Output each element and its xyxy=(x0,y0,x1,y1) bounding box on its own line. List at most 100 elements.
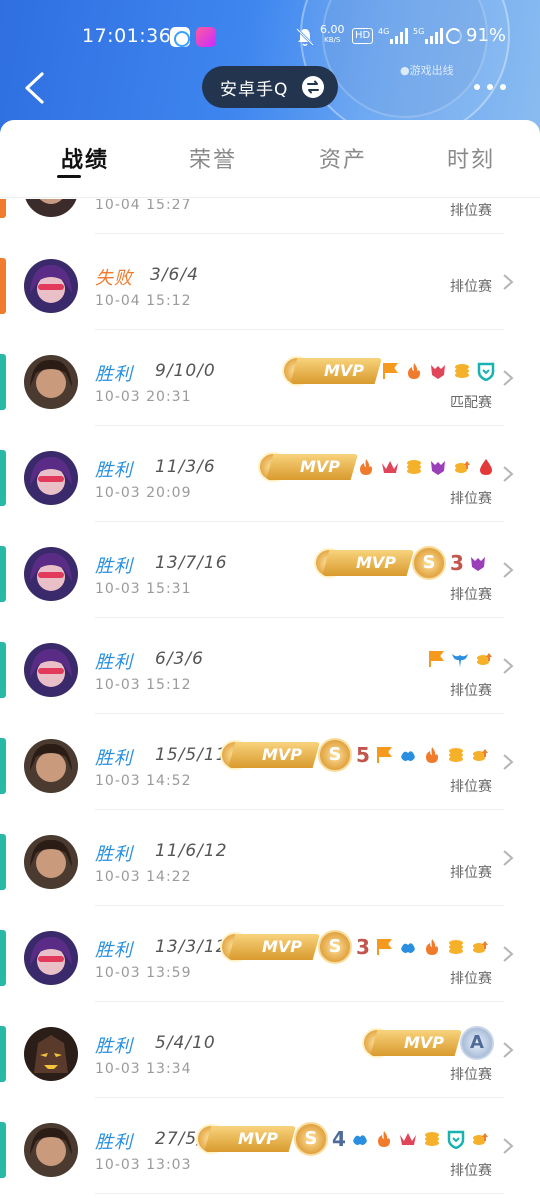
match-date: 10-03 15:31 xyxy=(95,581,192,597)
tab-bar: 战绩 荣誉 资产 时刻 xyxy=(0,120,540,198)
streak-count: 3 xyxy=(356,935,370,959)
dot-icon xyxy=(500,84,506,90)
match-kda: 9/10/0 xyxy=(155,361,216,381)
flag-icon xyxy=(376,939,392,955)
hero-avatar xyxy=(24,199,78,217)
account-switcher[interactable]: 安卓手Q xyxy=(202,66,338,108)
chevron-right-icon xyxy=(503,274,514,290)
match-kda: 11/6/12 xyxy=(155,841,228,861)
match-date: 10-03 20:09 xyxy=(95,485,192,501)
match-row[interactable]: 失败 3/6/4 10-04 15:12 排位赛 xyxy=(0,234,540,330)
s-rank-badge: S xyxy=(294,1122,328,1156)
chevron-right-icon xyxy=(503,658,514,674)
badge-group: MVP S 4 xyxy=(196,1122,490,1156)
mvp-badge: MVP xyxy=(258,452,358,482)
match-mode: 排位赛 xyxy=(450,279,492,295)
match-result: 胜利 xyxy=(95,652,133,673)
hero-avatar xyxy=(24,1027,78,1081)
fire-icon xyxy=(377,1131,390,1147)
match-mode: 排位赛 xyxy=(450,1067,492,1083)
match-date: 10-03 13:59 xyxy=(95,965,192,981)
match-date: 10-03 13:34 xyxy=(95,1061,192,1077)
row-divider xyxy=(95,1193,504,1194)
match-date: 10-04 15:27 xyxy=(95,199,192,213)
streak-count: 5 xyxy=(356,743,370,767)
match-result: 胜利 xyxy=(95,460,133,481)
blood-drop-icon xyxy=(480,459,492,475)
badge-group xyxy=(426,644,494,674)
match-row[interactable]: 10-04 15:27 排位赛 xyxy=(0,199,540,234)
match-result: 失败 xyxy=(95,268,133,289)
match-row[interactable]: 胜利 11/3/6 10-03 20:09 排位赛 MVP xyxy=(0,426,540,522)
dot-icon xyxy=(487,84,493,90)
tab-records[interactable]: 战绩 xyxy=(40,142,130,174)
flag-icon xyxy=(376,747,392,763)
mvp-badge: MVP xyxy=(314,548,414,578)
signal-4g-icon: 4G xyxy=(378,26,408,46)
mvp-badge: MVP xyxy=(220,932,320,962)
chevron-right-icon xyxy=(503,1042,514,1058)
chevron-right-icon xyxy=(503,466,514,482)
match-kda: 15/5/11 xyxy=(155,745,228,765)
result-bar xyxy=(0,546,6,602)
streak-count: 4 xyxy=(332,1127,346,1151)
match-mode: 排位赛 xyxy=(450,203,492,219)
match-mode: 排位赛 xyxy=(450,587,492,603)
fire-icon xyxy=(425,747,438,763)
result-bar xyxy=(0,1122,6,1178)
status-bar: 17:01:36 6.00 KB/S HD 4G 5G 91% xyxy=(0,22,540,52)
chevron-left-icon xyxy=(25,72,44,104)
water-icon xyxy=(352,1135,367,1145)
svg-text:5G: 5G xyxy=(413,27,424,36)
badge-group: MVP S 3 xyxy=(220,930,490,964)
chevron-right-icon xyxy=(503,562,514,578)
more-options-button[interactable] xyxy=(474,78,508,96)
match-result: 胜利 xyxy=(95,940,133,961)
chevron-right-icon xyxy=(503,850,514,866)
match-mode: 排位赛 xyxy=(450,779,492,795)
match-row[interactable]: 胜利 13/3/12 10-03 13:59 排位赛 MVP S 3 xyxy=(0,906,540,1002)
fire-icon xyxy=(408,363,420,379)
result-bar xyxy=(0,199,6,218)
net-speed: 6.00 KB/S xyxy=(320,23,345,44)
header-banner: ●游戏出线 17:01:36 6.00 KB/S HD 4G 5G 91% 安卓手… xyxy=(0,0,540,140)
match-list: 10-04 15:27 排位赛 失败 3/6/4 10-04 15:12 排位赛… xyxy=(0,199,540,1200)
badge-group: MVP xyxy=(258,452,496,482)
coins-icon xyxy=(448,940,463,954)
hero-avatar xyxy=(24,259,78,313)
result-bar xyxy=(0,1026,6,1082)
tab-honor[interactable]: 荣誉 xyxy=(168,142,258,174)
result-bar xyxy=(0,354,6,410)
match-row[interactable]: 胜利 27/5/ 10-03 13:03 排位赛 MVP S 4 xyxy=(0,1098,540,1194)
back-button[interactable] xyxy=(22,70,48,106)
result-bar xyxy=(0,930,6,986)
bird-icon xyxy=(452,654,468,667)
hero-avatar xyxy=(24,1123,78,1177)
chevron-right-icon xyxy=(503,1138,514,1154)
match-row[interactable]: 胜利 5/4/10 10-03 13:34 排位赛 MVP A xyxy=(0,1002,540,1098)
coins-icon xyxy=(407,460,421,474)
match-date: 10-03 14:52 xyxy=(95,773,192,789)
fire-icon xyxy=(360,459,372,475)
match-kda: 6/3/6 xyxy=(155,649,204,669)
match-row[interactable]: 胜利 9/10/0 10-03 20:31 匹配赛 MVP xyxy=(0,330,540,426)
result-bar xyxy=(0,642,6,698)
mute-bell-icon xyxy=(296,27,314,47)
tab-assets[interactable]: 资产 xyxy=(298,142,388,174)
match-mode: 匹配赛 xyxy=(450,395,492,411)
swap-icon xyxy=(302,76,324,98)
coin-up-icon xyxy=(472,941,488,953)
tab-moments[interactable]: 时刻 xyxy=(426,142,516,174)
s-rank-badge: S xyxy=(412,546,446,580)
match-result: 胜利 xyxy=(95,1132,133,1153)
match-row[interactable]: 胜利 15/5/11 10-03 14:52 排位赛 MVP S 5 xyxy=(0,714,540,810)
hero-avatar xyxy=(24,643,78,697)
match-row[interactable]: 胜利 13/7/16 10-03 15:31 排位赛 MVP S 3 xyxy=(0,522,540,618)
tab-indicator xyxy=(57,175,81,178)
match-result: 胜利 xyxy=(95,1036,133,1057)
match-row[interactable]: 胜利 11/6/12 10-03 14:22 排位赛 xyxy=(0,810,540,906)
match-row[interactable]: 胜利 6/3/6 10-03 15:12 排位赛 xyxy=(0,618,540,714)
hero-avatar xyxy=(24,547,78,601)
mvp-badge: MVP xyxy=(220,740,320,770)
hero-avatar xyxy=(24,931,78,985)
